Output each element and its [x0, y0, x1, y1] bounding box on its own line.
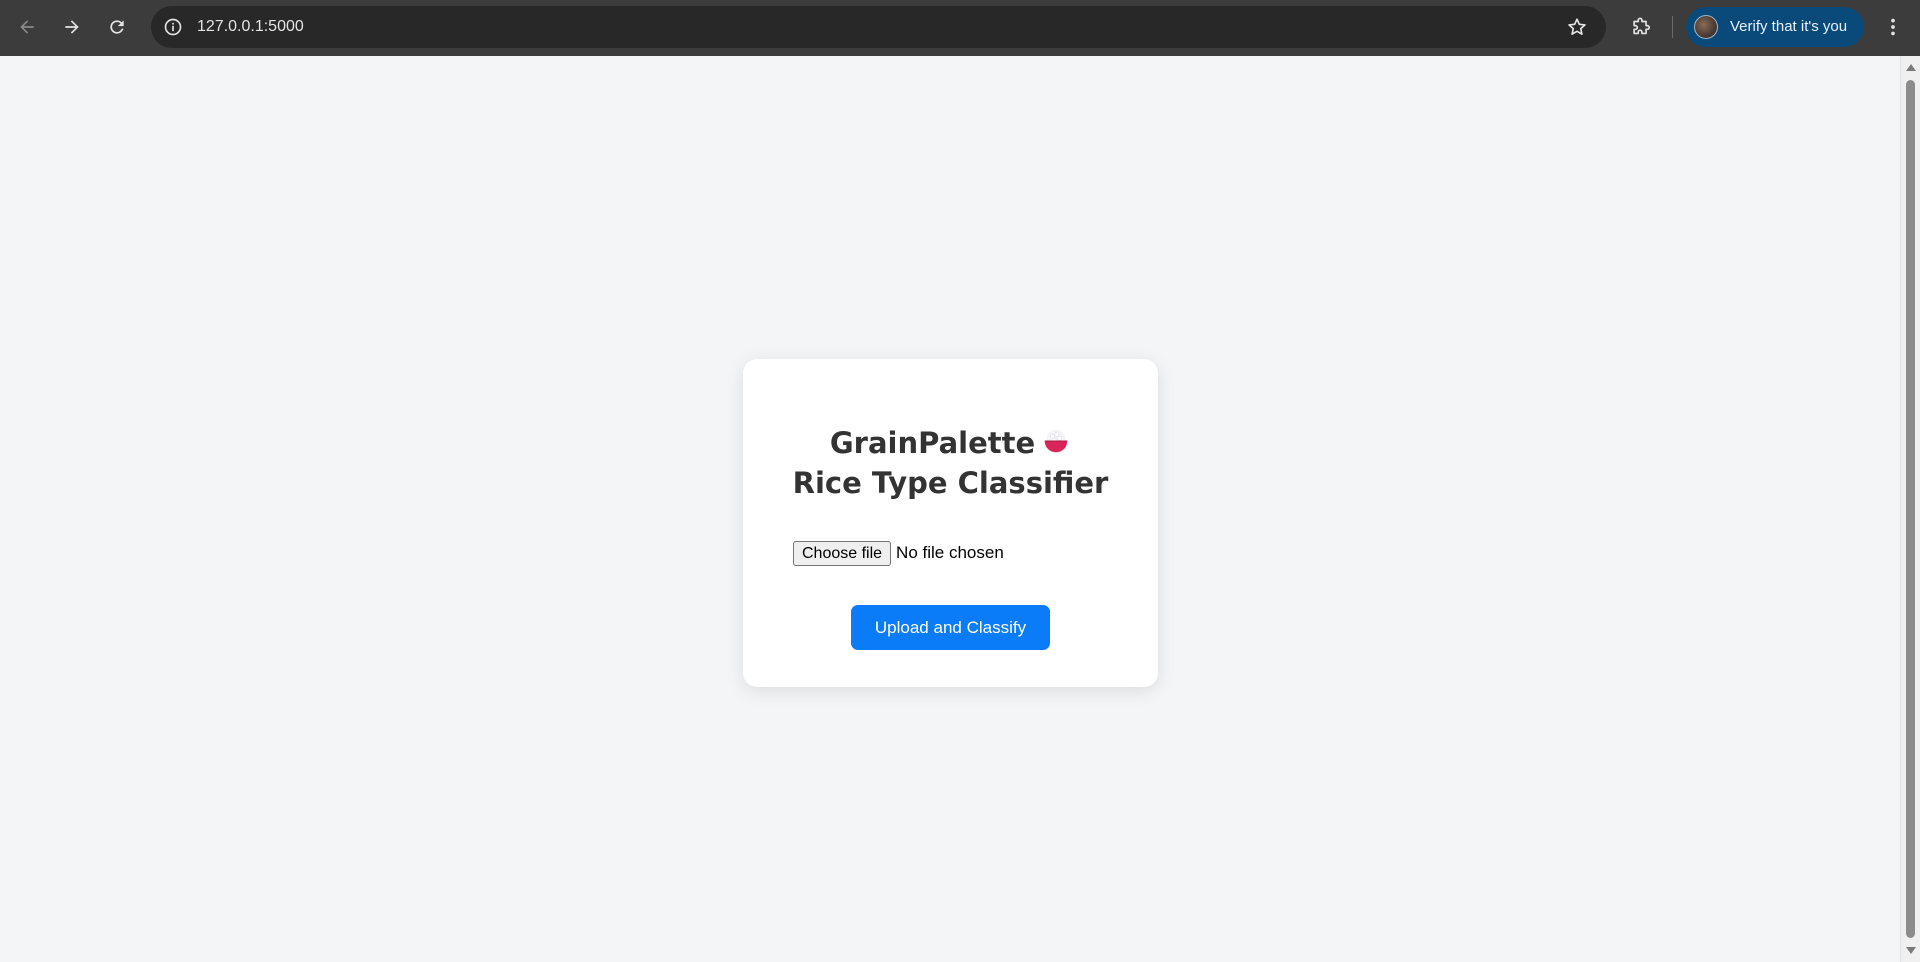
- arrow-right-icon: [65, 20, 79, 34]
- browser-menu-button[interactable]: [1876, 10, 1910, 44]
- toolbar-separator: [1672, 16, 1673, 38]
- browser-toolbar: 127.0.0.1:5000 Verify that it's you: [0, 0, 1920, 56]
- upload-classify-button[interactable]: Upload and Classify: [851, 605, 1050, 650]
- classifier-card: GrainPalette Rice Type Classifier Choose…: [743, 359, 1158, 687]
- reload-button[interactable]: [99, 9, 135, 45]
- bookmark-star-icon[interactable]: [1566, 16, 1588, 38]
- title-line-1: GrainPalette: [829, 426, 1036, 460]
- scroll-down-arrow-icon[interactable]: [1906, 947, 1916, 954]
- extensions-button[interactable]: [1624, 10, 1658, 44]
- title-line-2: Rice Type Classifier: [792, 466, 1109, 500]
- url-text[interactable]: 127.0.0.1:5000: [197, 6, 304, 48]
- choose-file-button[interactable]: Choose file: [793, 540, 892, 566]
- file-status-text: No file chosen: [896, 543, 1004, 562]
- back-button[interactable]: [9, 9, 45, 45]
- file-input[interactable]: Choose file No file chosen: [793, 540, 1004, 566]
- puzzle-icon: [1633, 17, 1651, 35]
- page-scrollbar[interactable]: [1900, 56, 1920, 962]
- forward-button[interactable]: [54, 9, 90, 45]
- page-viewport: GrainPalette Rice Type Classifier Choose…: [0, 56, 1900, 962]
- scroll-up-arrow-icon[interactable]: [1906, 64, 1916, 71]
- arrow-left-icon: [20, 20, 34, 34]
- avatar: [1694, 15, 1718, 39]
- profile-chip-label: Verify that it's you: [1730, 18, 1848, 35]
- page-title: GrainPalette Rice Type Classifier: [743, 423, 1158, 503]
- reload-icon: [110, 20, 124, 34]
- site-info-icon[interactable]: [161, 15, 185, 39]
- scroll-thumb[interactable]: [1906, 80, 1915, 938]
- address-bar[interactable]: 127.0.0.1:5000: [151, 6, 1606, 48]
- rice-bowl-icon: [1044, 429, 1068, 453]
- three-dots-vertical-icon: [1891, 18, 1895, 36]
- profile-chip[interactable]: Verify that it's you: [1686, 7, 1864, 47]
